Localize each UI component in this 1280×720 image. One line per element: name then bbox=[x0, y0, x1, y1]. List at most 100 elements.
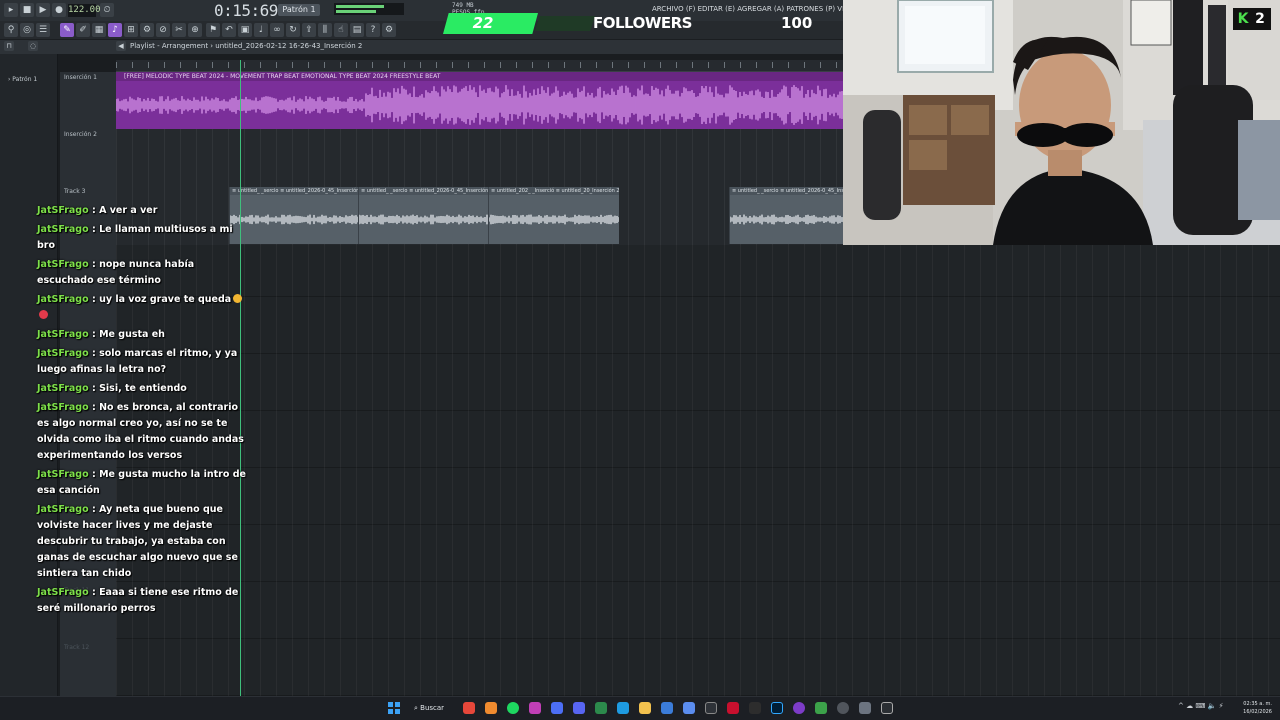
refresh-icon[interactable]: ↻ bbox=[286, 23, 300, 37]
chat-username[interactable]: JatSFrago bbox=[37, 329, 89, 340]
snap-menu-icon[interactable]: ⊓ bbox=[4, 41, 14, 51]
mixer-view-icon[interactable]: ⫼ bbox=[318, 23, 332, 37]
app-icon-3[interactable] bbox=[727, 702, 739, 714]
file-explorer-icon[interactable] bbox=[639, 702, 651, 714]
app-icon-4[interactable] bbox=[749, 702, 761, 714]
cpu-icon[interactable]: ▤ bbox=[350, 23, 364, 37]
chat-username[interactable]: JatSFrago bbox=[37, 205, 89, 216]
undo-icon[interactable]: ↶ bbox=[222, 23, 236, 37]
taskbar-search[interactable]: ⌕ Buscar bbox=[410, 700, 454, 717]
pattern-selector[interactable]: Patrón 1 bbox=[278, 4, 320, 16]
chrome-icon[interactable] bbox=[463, 702, 475, 714]
track-label-12[interactable]: Track 12 bbox=[64, 644, 89, 651]
store-icon[interactable] bbox=[661, 702, 673, 714]
mixer-icon[interactable]: ◎ bbox=[20, 23, 34, 37]
ruler-tick bbox=[820, 62, 821, 68]
timeline-ruler[interactable] bbox=[116, 60, 843, 72]
channel-rack-icon[interactable]: ▦ bbox=[92, 23, 106, 37]
record-options-icon[interactable]: ⚑ bbox=[206, 23, 220, 37]
snap-icon[interactable]: ⚲ bbox=[4, 23, 18, 37]
beat-audio-clip[interactable]: [FREE] MELODIC TYPE BEAT 2024 - MOVEMENT… bbox=[116, 72, 843, 129]
chat-message: JatSFrago : Eaaa si tiene ese ritmo de s… bbox=[37, 585, 249, 617]
ruler-tick bbox=[532, 62, 533, 68]
playlist-icon[interactable]: ☰ bbox=[36, 23, 50, 37]
chat-username[interactable]: JatSFrago bbox=[37, 402, 89, 413]
export-icon[interactable]: ⇪ bbox=[302, 23, 316, 37]
chat-username[interactable]: JatSFrago bbox=[37, 294, 89, 305]
xbox-icon[interactable] bbox=[815, 702, 827, 714]
edge-icon[interactable] bbox=[617, 702, 629, 714]
track-label-2[interactable]: Inserción 2 bbox=[64, 131, 97, 138]
chat-message: JatSFrago : Sisi, te entiendo bbox=[37, 381, 249, 397]
stop-button[interactable]: ■ bbox=[20, 3, 34, 17]
chat-username[interactable]: JatSFrago bbox=[37, 587, 89, 598]
spotify-icon[interactable] bbox=[507, 702, 519, 714]
chat-username[interactable]: JatSFrago bbox=[37, 259, 89, 270]
discord-icon[interactable] bbox=[573, 702, 585, 714]
vocal-clip[interactable]: ≡ untitled_202_ _Inserció ≡ untitled_20_… bbox=[488, 187, 619, 244]
tempo-display[interactable]: 122.000 bbox=[68, 4, 106, 17]
vocal-clip[interactable]: ≡ untitled_ _sercio ≡ untitled_2026-0_45… bbox=[358, 187, 488, 244]
app-icon-2[interactable] bbox=[683, 702, 695, 714]
settings-taskbar-icon[interactable] bbox=[859, 702, 871, 714]
fl-studio-icon[interactable] bbox=[485, 702, 497, 714]
app-icon-5[interactable] bbox=[837, 702, 849, 714]
chat-username[interactable]: JatSFrago bbox=[37, 504, 89, 515]
playlist-grid-lower[interactable] bbox=[116, 245, 1280, 696]
vocal-clip-title: ≡ untitled_ _sercio ≡ untitled_2026-0_45… bbox=[230, 187, 358, 195]
obs-icon[interactable] bbox=[793, 702, 805, 714]
zoom-tool-icon[interactable]: ⊕ bbox=[188, 23, 202, 37]
app-icon[interactable] bbox=[529, 702, 541, 714]
followers-current: 22 bbox=[472, 14, 494, 32]
ruler-tick bbox=[484, 62, 485, 68]
plugin-icon[interactable]: ⚙ bbox=[140, 23, 154, 37]
metronome-icon[interactable]: ⏲ bbox=[100, 3, 114, 17]
chat-username[interactable]: JatSFrago bbox=[37, 383, 89, 394]
pat-song-toggle[interactable]: ▸ bbox=[4, 3, 18, 17]
link-icon[interactable]: ∞ bbox=[270, 23, 284, 37]
ruler-tick bbox=[692, 62, 693, 68]
playlist-menu-icon[interactable]: ◀ bbox=[116, 41, 126, 51]
save-icon[interactable]: ▣ bbox=[238, 23, 252, 37]
vocal-waveform bbox=[730, 214, 843, 225]
chat-username[interactable]: JatSFrago bbox=[37, 224, 89, 235]
ruler-tick bbox=[436, 62, 437, 68]
chat-separator: : bbox=[88, 383, 100, 394]
help-icon[interactable]: ? bbox=[366, 23, 380, 37]
ruler-tick bbox=[164, 62, 165, 68]
ruler-tick bbox=[148, 62, 149, 68]
mute-tool-icon[interactable]: ⊘ bbox=[156, 23, 170, 37]
system-tray[interactable]: ^ ☁ ⌨ 🔈 ⚡ bbox=[1178, 702, 1224, 710]
ruler-tick bbox=[580, 62, 581, 68]
slice-tool-icon[interactable]: ✂ bbox=[172, 23, 186, 37]
taskbar-clock[interactable]: 02:35 a. m. 16/02/2026 bbox=[1240, 700, 1272, 716]
capcut-icon[interactable] bbox=[705, 702, 717, 714]
picker-item[interactable]: › Patrón 1 bbox=[8, 76, 37, 83]
track-label-3[interactable]: Track 3 bbox=[64, 188, 85, 195]
steam-icon[interactable] bbox=[551, 702, 563, 714]
chat-separator: : bbox=[88, 504, 100, 515]
select-tool-icon[interactable]: ◌ bbox=[28, 41, 38, 51]
touch-icon[interactable]: ☝ bbox=[334, 23, 348, 37]
tempo-tap-icon[interactable]: ♩ bbox=[254, 23, 268, 37]
chat-text: uy la voz grave te queda bbox=[99, 294, 232, 305]
pencil-icon[interactable]: ✎ bbox=[60, 23, 74, 37]
chat-username[interactable]: JatSFrago bbox=[37, 348, 89, 359]
piano-roll-icon[interactable]: ♪ bbox=[108, 23, 122, 37]
chat-message: JatSFrago : Le llaman multiusos a mi bro bbox=[37, 222, 249, 254]
ruler-tick bbox=[628, 62, 629, 68]
windows-start-icon[interactable] bbox=[388, 702, 400, 714]
ruler-tick bbox=[212, 62, 213, 68]
record-button[interactable]: ● bbox=[52, 3, 66, 17]
chat-username[interactable]: JatSFrago bbox=[37, 469, 89, 480]
settings-icon[interactable]: ⚙ bbox=[382, 23, 396, 37]
vocal-clip[interactable]: ≡ untitled_ _sercio ≡ untitled_2026-0_45… bbox=[729, 187, 843, 244]
app-icon-6[interactable] bbox=[881, 702, 893, 714]
browser-icon[interactable]: ⊞ bbox=[124, 23, 138, 37]
brush-icon[interactable]: ✐ bbox=[76, 23, 90, 37]
play-button[interactable]: ▶ bbox=[36, 3, 50, 17]
ruler-tick bbox=[836, 62, 837, 68]
terminal-icon[interactable] bbox=[595, 702, 607, 714]
track-label-1[interactable]: Inserción 1 bbox=[64, 74, 97, 81]
photoshop-icon[interactable] bbox=[771, 702, 783, 714]
